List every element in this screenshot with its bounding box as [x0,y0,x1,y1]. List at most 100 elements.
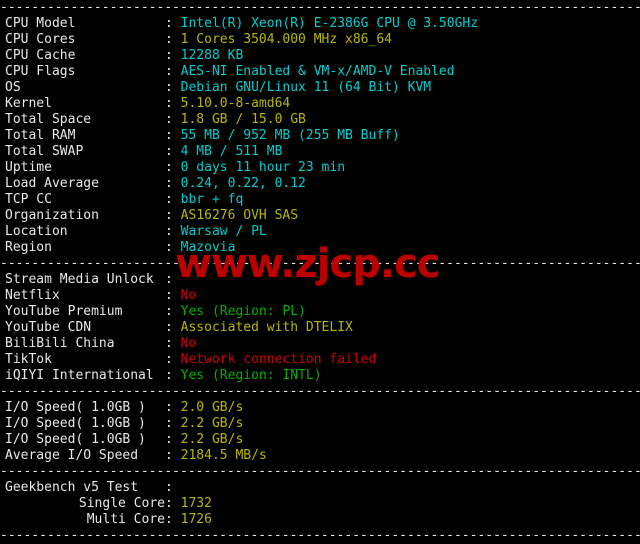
info-row: Region: Mazovia [0,240,640,256]
info-row: YouTube CDN: Associated with DTELIX [0,320,640,336]
row-label: CPU Cache [5,48,76,63]
row-colon: : [165,512,173,527]
row-value: Network connection failed [180,352,377,367]
row-colon: : [165,224,173,239]
row-colon: : [165,48,173,63]
row-label: Stream Media Unlock [5,272,154,287]
row-colon: : [165,96,173,111]
separator-line: ----------------------------------------… [0,256,640,271]
row-value: Debian GNU/Linux 11 (64 Bit) KVM [180,80,432,95]
row-colon: : [165,352,173,367]
info-row: Multi Core: 1726 [0,512,640,528]
row-label: BiliBili China [5,336,115,351]
row-value: 55 MB / 952 MB (255 MB Buff) [180,128,400,143]
section-separator: ----------------------------------------… [0,528,640,544]
row-value: 1726 [180,512,212,527]
row-label: Region [5,240,52,255]
row-label: Multi Core [86,512,165,527]
row-colon: : [165,304,173,319]
section-system-info: CPU Model: Intel(R) Xeon(R) E-2386G CPU … [0,16,640,256]
row-colon: : [165,496,173,511]
row-colon: : [165,176,173,191]
row-value: No [180,336,197,351]
section-separator: ----------------------------------------… [0,256,640,272]
row-colon: : [165,240,173,255]
row-label: Uptime [5,160,52,175]
row-label: Total Space [5,112,92,127]
section-io-speed: I/O Speed( 1.0GB ): 2.0 GB/s I/O Speed( 1… [0,400,640,464]
row-colon: : [165,128,173,143]
separator-line: ----------------------------------------… [0,528,640,543]
terminal-content: ----------------------------------------… [0,0,640,544]
info-row: Kernel: 5.10.0-8-amd64 [0,96,640,112]
info-row: Netflix: No [0,288,640,304]
info-row: Single Core: 1732 [0,496,640,512]
section-geekbench: Geekbench v5 Test: Single Core: 1732 Mult… [0,480,640,528]
row-value: 2.2 GB/s [180,416,244,431]
row-colon: : [165,32,173,47]
row-label: Total RAM [5,128,76,143]
row-label: YouTube CDN [5,320,92,335]
info-row: Geekbench v5 Test: [0,480,640,496]
row-value: 4 MB / 511 MB [180,144,283,159]
info-row: Average I/O Speed: 2184.5 MB/s [0,448,640,464]
row-value: 1 Cores 3504.000 MHz x86_64 [180,32,392,47]
info-row: BiliBili China: No [0,336,640,352]
row-colon: : [165,336,173,351]
row-label: CPU Cores [5,32,76,47]
row-label: iQIYI International [5,368,154,383]
row-value: 12288 KB [180,48,244,63]
section-separator: ----------------------------------------… [0,384,640,400]
info-row: CPU Cores: 1 Cores 3504.000 MHz x86_64 [0,32,640,48]
info-row: iQIYI International: Yes (Region: INTL) [0,368,640,384]
info-row: CPU Flags: AES-NI Enabled & VM-x/AMD-V E… [0,64,640,80]
row-colon: : [165,112,173,127]
row-label: TCP CC [5,192,52,207]
row-value: No [180,288,197,303]
info-row: Total RAM: 55 MB / 952 MB (255 MB Buff) [0,128,640,144]
row-value: Intel(R) Xeon(R) E-2386G CPU @ 3.50GHz [180,16,479,31]
info-row: I/O Speed( 1.0GB ): 2.2 GB/s [0,432,640,448]
row-colon: : [165,160,173,175]
info-row: CPU Model: Intel(R) Xeon(R) E-2386G CPU … [0,16,640,32]
row-label: I/O Speed( 1.0GB ) [5,400,146,415]
row-value: bbr + fq [180,192,244,207]
separator-line: ----------------------------------------… [0,384,640,399]
row-label: Kernel [5,96,52,111]
row-colon: : [165,80,173,95]
row-label: Average I/O Speed [5,448,139,463]
row-value: Associated with DTELIX [180,320,353,335]
row-label: Single Core [78,496,165,511]
row-label: I/O Speed( 1.0GB ) [5,416,146,431]
row-value: 1.8 GB / 15.0 GB [180,112,306,127]
row-colon: : [165,480,173,495]
section-separator: ----------------------------------------… [0,0,640,16]
info-row: CPU Cache: 12288 KB [0,48,640,64]
row-colon: : [165,64,173,79]
row-colon: : [165,400,173,415]
row-label: Location [5,224,68,239]
row-label: Load Average [5,176,99,191]
row-colon: : [165,144,173,159]
row-colon: : [165,416,173,431]
section-separator: ----------------------------------------… [0,464,640,480]
info-row: Total Space: 1.8 GB / 15.0 GB [0,112,640,128]
row-value: 2.0 GB/s [180,400,244,415]
row-value: AES-NI Enabled & VM-x/AMD-V Enabled [180,64,455,79]
info-row: Organization: AS16276 OVH SAS [0,208,640,224]
row-colon: : [165,272,173,287]
row-value: AS16276 OVH SAS [180,208,299,223]
info-row: Total SWAP: 4 MB / 511 MB [0,144,640,160]
row-label: CPU Model [5,16,76,31]
row-label: YouTube Premium [5,304,123,319]
separator-line: ----------------------------------------… [0,0,640,15]
info-row: TCP CC: bbr + fq [0,192,640,208]
row-colon: : [165,208,173,223]
separator-line: ----------------------------------------… [0,464,640,479]
row-value: Yes (Region: PL) [180,304,306,319]
row-colon: : [165,368,173,383]
info-row: I/O Speed( 1.0GB ): 2.0 GB/s [0,400,640,416]
row-label: TikTok [5,352,52,367]
row-colon: : [165,448,173,463]
row-colon: : [165,16,173,31]
